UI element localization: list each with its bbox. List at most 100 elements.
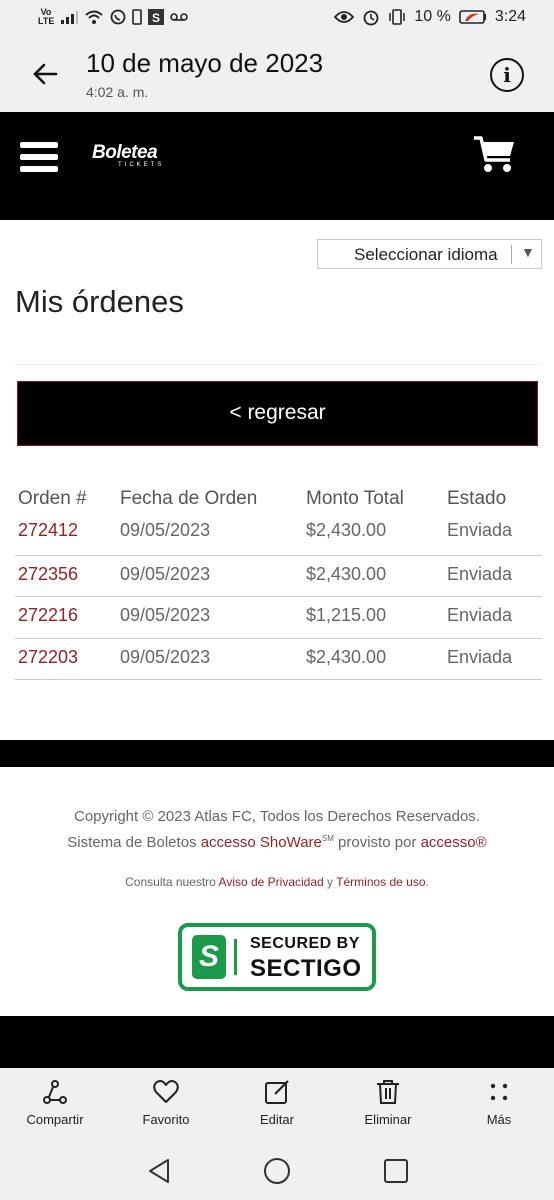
system-line: Sistema de Boletos accesso ShoWareSM pro… [0, 828, 554, 854]
nav-recents-icon[interactable] [381, 1156, 411, 1186]
orders-table: Orden # Fecha de Orden Monto Total Estad… [15, 486, 542, 680]
order-status: Enviada [447, 605, 513, 625]
edit-button[interactable]: Editar [222, 1078, 332, 1127]
order-date: 09/05/2023 [120, 563, 211, 584]
logo-subtext: TICKETS [118, 162, 165, 168]
photo-time: 4:02 a. m. [86, 84, 149, 100]
back-arrow-icon[interactable] [26, 54, 66, 94]
footer-top-bar [0, 740, 554, 767]
battery-percent: 10 % [414, 8, 451, 25]
dropdown-arrow-icon: ▼ [521, 244, 535, 260]
gallery-toolbar: Compartir Favorito Editar Eliminar Más [0, 1068, 554, 1140]
gallery-header: 10 de mayo de 2023 4:02 a. m. i [0, 38, 554, 112]
select-divider [511, 245, 512, 264]
divider [15, 364, 542, 365]
whatsapp-icon [110, 9, 126, 25]
site-header: Boletea TICKETS [0, 112, 554, 220]
seal-divider [234, 939, 237, 975]
showare-link[interactable]: accesso ShoWare [201, 834, 322, 851]
share-label: Compartir [26, 1112, 84, 1127]
system-nav-bar [0, 1140, 554, 1200]
heart-icon [153, 1080, 179, 1103]
sectigo-s-icon: S [192, 935, 226, 979]
terms-link[interactable]: Términos de uso [336, 875, 425, 889]
sm-mark: SM [321, 834, 334, 843]
boletea-logo[interactable]: Boletea TICKETS [92, 142, 164, 168]
and-text: y [323, 875, 337, 889]
nav-back-icon[interactable] [144, 1156, 174, 1186]
menu-icon[interactable] [20, 142, 58, 176]
signal-icon [61, 11, 78, 24]
order-status: Enviada [447, 520, 513, 540]
provided-by-text: provisto por [333, 834, 421, 851]
order-total: $2,430.00 [306, 646, 387, 667]
favorite-label: Favorito [142, 1112, 190, 1127]
seal-line1: SECURED BY [250, 935, 360, 952]
trash-icon [377, 1080, 399, 1104]
privacy-line: Consulta nuestro Aviso de Privacidad y T… [0, 875, 554, 889]
alarm-icon [363, 10, 379, 26]
seal-line2: SECTIGO [250, 955, 362, 982]
language-select-label: Seleccionar idioma [354, 245, 498, 264]
order-date: 09/05/2023 [120, 646, 211, 667]
table-row: 272216 09/05/2023 $1,215.00 Enviada [15, 597, 542, 639]
clock: 3:24 [494, 8, 526, 25]
volte-indicator: Vo LTE [38, 7, 55, 26]
more-button[interactable]: Más [444, 1078, 554, 1127]
order-date: 09/05/2023 [120, 520, 211, 540]
more-icon [490, 1083, 508, 1101]
more-label: Más [486, 1112, 512, 1127]
order-link[interactable]: 272203 [18, 647, 78, 668]
status-bar: Vo LTE S 10 % 3:24 [0, 0, 554, 38]
wifi-icon [85, 10, 103, 24]
header-total: Monto Total [306, 488, 404, 509]
table-row: 272356 09/05/2023 $2,430.00 Enviada [15, 556, 542, 597]
order-link[interactable]: 272412 [18, 520, 78, 541]
share-icon [43, 1080, 67, 1104]
privacy-link[interactable]: Aviso de Privacidad [219, 875, 324, 889]
copyright-text: Copyright © 2023 Atlas FC, Todos los Der… [74, 808, 480, 825]
order-total: $2,430.00 [306, 520, 387, 540]
order-total: $1,215.00 [306, 605, 387, 625]
order-status: Enviada [447, 646, 513, 667]
system-prefix: Sistema de Boletos [67, 834, 201, 851]
header-date: Fecha de Orden [120, 488, 258, 509]
info-icon[interactable]: i [490, 58, 524, 92]
sim-icon [132, 9, 142, 25]
nav-home-icon[interactable] [262, 1156, 292, 1186]
order-link[interactable]: 272216 [18, 605, 78, 626]
order-link[interactable]: 272356 [18, 564, 78, 585]
edit-icon [265, 1080, 289, 1104]
header-order: Orden # [18, 488, 87, 509]
table-header: Orden # Fecha de Orden Monto Total Estad… [15, 486, 542, 514]
footer-bottom-bar [0, 1016, 554, 1068]
page-title: Mis órdenes [15, 284, 184, 319]
voicemail-icon [170, 13, 188, 21]
language-select[interactable]: Seleccionar idioma ▼ [317, 239, 542, 269]
battery-saver-icon [459, 10, 486, 24]
favorite-button[interactable]: Favorito [111, 1078, 221, 1127]
photo-date: 10 de mayo de 2023 [86, 48, 324, 78]
order-date: 09/05/2023 [120, 605, 211, 625]
svg-text:S: S [152, 11, 160, 25]
share-button[interactable]: Compartir [0, 1078, 110, 1127]
table-row: 272203 09/05/2023 $2,430.00 Enviada [15, 639, 542, 680]
delete-button[interactable]: Eliminar [333, 1078, 443, 1127]
table-row: 272412 09/05/2023 $2,430.00 Enviada [15, 514, 542, 556]
eye-icon [334, 11, 355, 23]
accesso-link[interactable]: accesso® [421, 834, 487, 851]
edit-label: Editar [260, 1112, 294, 1127]
sectigo-seal[interactable]: S SECURED BY SECTIGO [178, 923, 376, 991]
copyright-block: Copyright © 2023 Atlas FC, Todos los Der… [0, 806, 554, 854]
back-button[interactable]: < regresar [17, 381, 538, 446]
order-status: Enviada [447, 563, 513, 584]
app-s-icon: S [148, 9, 164, 25]
consult-text: Consulta nuestro [125, 875, 219, 889]
vibrate-icon [389, 9, 406, 25]
logo-text: Boletea [92, 142, 158, 163]
header-status: Estado [447, 488, 507, 509]
delete-label: Eliminar [364, 1112, 412, 1127]
period-text: . [425, 875, 429, 889]
order-total: $2,430.00 [306, 563, 387, 584]
cart-icon[interactable] [472, 134, 516, 174]
